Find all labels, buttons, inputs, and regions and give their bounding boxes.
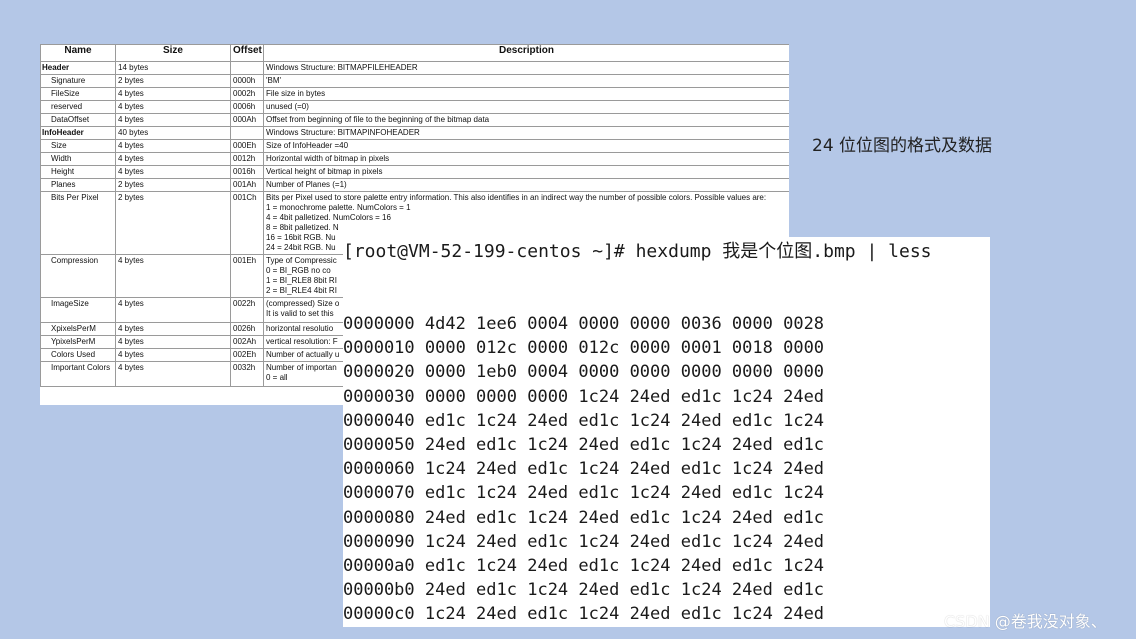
hexdump-line: 00000c0 1c24 24ed ed1c 1c24 24ed ed1c 1c… [343,604,825,625]
row-size: 4 bytes [115,152,231,166]
hexdump-line: 0000050 24ed ed1c 1c24 24ed ed1c 1c24 24… [343,435,825,456]
header-description: Description [263,44,789,62]
row-name: Height [40,165,116,179]
row-offset: 0032h [230,361,264,387]
hexdump-output: 0000000 4d42 1ee6 0004 0000 0000 0036 00… [343,312,824,627]
row-name: Important Colors [40,361,116,387]
row-description: Number of Planes (=1) [263,178,789,192]
terminal-screenshot: [root@VM-52-199-centos ~]# hexdump 我是个位图… [343,237,990,627]
hexdump-line: 00000b0 24ed ed1c 1c24 24ed ed1c 1c24 24… [343,580,825,601]
row-description: 'BM' [263,74,789,88]
row-offset: 0002h [230,87,264,101]
row-description: Windows Structure: BITMAPFILEHEADER [263,61,789,75]
row-offset [230,126,264,140]
hexdump-line: 0000040 ed1c 1c24 24ed ed1c 1c24 24ed ed… [343,410,825,431]
hexdump-line: 0000020 0000 1eb0 0004 0000 0000 0000 00… [343,362,825,383]
row-offset: 0000h [230,74,264,88]
row-offset: 000Eh [230,139,264,153]
row-size: 4 bytes [115,322,231,336]
watermark: CSDN @卷我没对象、 [944,612,1107,631]
row-size: 4 bytes [115,335,231,349]
table-row: Planes 2 bytes 001Ah Number of Planes (=1) [40,178,789,192]
row-name: Size [40,139,116,153]
table-row: DataOffset 4 bytes 000Ah Offset from beginn… [40,113,789,127]
table-row: Header 14 bytes Windows Structure: BITMAPF… [40,61,789,75]
row-size: 4 bytes [115,113,231,127]
table-header-row: Name Size Offset Description [40,44,789,62]
row-name: Bits Per Pixel [40,191,116,255]
row-offset: 0016h [230,165,264,179]
row-offset [230,61,264,75]
row-offset: 001Ch [230,191,264,255]
row-offset: 001Ah [230,178,264,192]
hexdump-line: 0000030 0000 0000 0000 1c24 24ed ed1c 1c… [343,386,825,407]
table-row: FileSize 4 bytes 0002h File size in bytes [40,87,789,101]
table-row: reserved 4 bytes 0006h unused (=0) [40,100,789,114]
row-description: Horizontal width of bitmap in pixels [263,152,789,166]
row-offset: 002Eh [230,348,264,362]
row-name: Width [40,152,116,166]
slide-caption: 24 位位图的格式及数据 [812,136,993,156]
hexdump-line: 0000070 ed1c 1c24 24ed ed1c 1c24 24ed ed… [343,483,825,504]
row-offset: 000Ah [230,113,264,127]
header-name: Name [40,44,116,62]
hexdump-line: 0000010 0000 012c 0000 012c 0000 0001 00… [343,338,825,359]
row-description: Windows Structure: BITMAPINFOHEADER [263,126,789,140]
row-offset: 001Eh [230,254,264,298]
row-description: File size in bytes [263,87,789,101]
table-row: InfoHeader 40 bytes Windows Structure: BIT… [40,126,789,140]
row-size: 4 bytes [115,348,231,362]
header-offset: Offset [230,44,264,62]
row-offset: 002Ah [230,335,264,349]
row-size: 14 bytes [115,61,231,75]
row-size: 4 bytes [115,254,231,298]
row-name: FileSize [40,87,116,101]
row-description: Size of InfoHeader =40 [263,139,789,153]
hexdump-line: 0000090 1c24 24ed ed1c 1c24 24ed ed1c 1c… [343,531,825,552]
row-size: 40 bytes [115,126,231,140]
row-size: 2 bytes [115,191,231,255]
table-row: Height 4 bytes 0016h Vertical height of bit… [40,165,789,179]
row-size: 4 bytes [115,87,231,101]
row-offset: 0006h [230,100,264,114]
row-size: 4 bytes [115,361,231,387]
row-name: Header [40,61,116,75]
row-size: 2 bytes [115,178,231,192]
row-name: InfoHeader [40,126,116,140]
header-size: Size [115,44,231,62]
row-name: XpixelsPerM [40,322,116,336]
terminal-command: [root@VM-52-199-centos ~]# hexdump 我是个位图… [343,241,932,262]
row-name: Signature [40,74,116,88]
row-offset: 0022h [230,297,264,323]
row-name: YpixelsPerM [40,335,116,349]
row-size: 4 bytes [115,100,231,114]
hexdump-line: 0000000 4d42 1ee6 0004 0000 0000 0036 00… [343,314,825,334]
row-description: unused (=0) [263,100,789,114]
row-size: 4 bytes [115,165,231,179]
row-name: DataOffset [40,113,116,127]
hexdump-line: 0000060 1c24 24ed ed1c 1c24 24ed ed1c 1c… [343,459,825,480]
row-size: 4 bytes [115,297,231,323]
row-description: Vertical height of bitmap in pixels [263,165,789,179]
row-offset: 0012h [230,152,264,166]
row-name: Colors Used [40,348,116,362]
row-name: Planes [40,178,116,192]
row-size: 4 bytes [115,139,231,153]
table-row: Width 4 bytes 0012h Horizontal width of bit… [40,152,789,166]
row-offset: 0026h [230,322,264,336]
hexdump-line: 00000a0 ed1c 1c24 24ed ed1c 1c24 24ed ed… [343,556,825,577]
row-name: Compression [40,254,116,298]
table-row: Size 4 bytes 000Eh Size of InfoHeader =40 [40,139,789,153]
row-name: ImageSize [40,297,116,323]
row-name: reserved [40,100,116,114]
row-description: Offset from beginning of file to the beg… [263,113,789,127]
row-size: 2 bytes [115,74,231,88]
table-row: Signature 2 bytes 0000h 'BM' [40,74,789,88]
hexdump-line: 0000080 24ed ed1c 1c24 24ed ed1c 1c24 24… [343,507,825,528]
